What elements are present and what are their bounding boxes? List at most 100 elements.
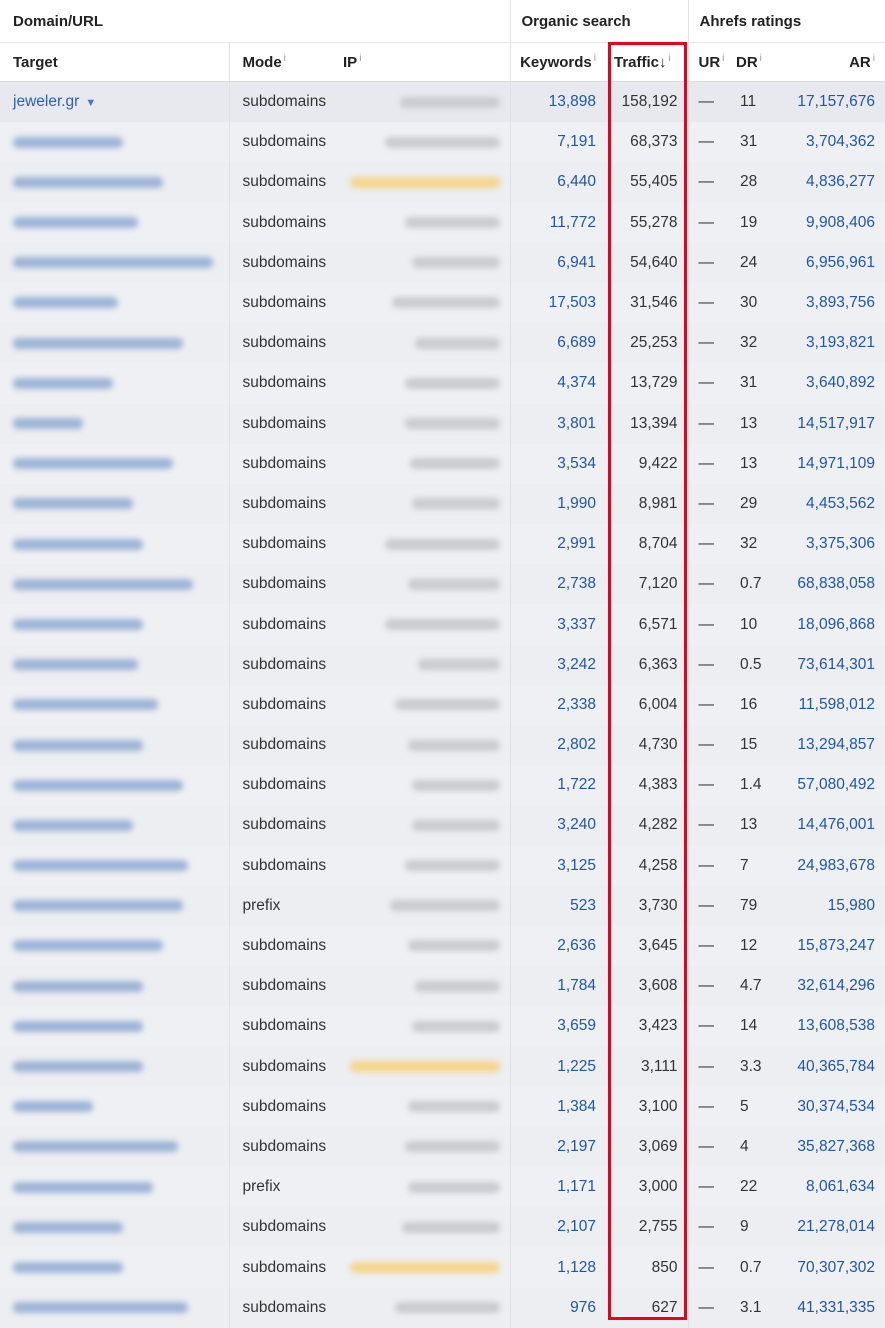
target-cell[interactable] (0, 1207, 229, 1247)
target-cell[interactable] (0, 524, 229, 564)
ar-cell[interactable]: 35,827,368 (770, 1127, 885, 1167)
keywords-cell[interactable]: 13,898 (509, 81, 606, 123)
ar-cell[interactable]: 4,836,277 (770, 162, 885, 202)
keywords-cell[interactable]: 1,722 (509, 765, 606, 806)
target-cell[interactable] (0, 564, 229, 604)
ar-cell[interactable]: 32,614,296 (770, 966, 885, 1006)
target-cell[interactable] (0, 1127, 229, 1167)
ar-cell[interactable]: 4,453,562 (770, 484, 885, 524)
target-cell[interactable] (0, 685, 229, 725)
keywords-cell[interactable]: 2,991 (509, 524, 606, 565)
target-cell[interactable] (0, 243, 229, 283)
keywords-cell[interactable]: 2,197 (509, 1126, 606, 1168)
info-icon[interactable]: i (669, 53, 671, 64)
info-icon[interactable]: i (722, 53, 724, 64)
ar-cell[interactable]: 9,908,406 (770, 203, 885, 243)
ar-cell[interactable]: 8,061,634 (770, 1167, 885, 1207)
keywords-cell[interactable]: 2,338 (509, 684, 606, 725)
keywords-cell[interactable]: 6,941 (509, 242, 606, 283)
target-cell[interactable] (0, 444, 229, 484)
target-cell[interactable] (0, 645, 229, 685)
target-cell[interactable] (0, 846, 229, 886)
info-icon[interactable]: i (359, 53, 361, 64)
target-cell[interactable] (0, 805, 229, 845)
target-cell[interactable] (0, 122, 229, 162)
header-dr[interactable]: DR i (726, 42, 770, 82)
keywords-cell[interactable]: 976 (509, 1287, 606, 1328)
target-cell[interactable] (0, 1288, 229, 1328)
info-icon[interactable]: i (284, 53, 286, 64)
ar-cell[interactable]: 57,080,492 (770, 765, 885, 805)
keywords-cell[interactable]: 3,125 (509, 845, 606, 886)
keywords-cell[interactable]: 3,659 (509, 1006, 606, 1047)
ar-cell[interactable]: 14,517,917 (770, 404, 885, 444)
ar-cell[interactable]: 11,598,012 (770, 685, 885, 725)
target-cell[interactable]: jeweler.gr ▼ (0, 82, 229, 123)
keywords-cell[interactable]: 7,191 (509, 122, 606, 163)
keywords-cell[interactable]: 3,534 (509, 443, 606, 484)
keywords-cell[interactable]: 17,503 (509, 282, 606, 324)
header-keywords[interactable]: Keywords i (509, 42, 606, 82)
keywords-cell[interactable]: 1,171 (509, 1167, 606, 1208)
target-cell[interactable] (0, 1247, 229, 1287)
ar-cell[interactable]: 15,980 (770, 886, 885, 926)
ar-cell[interactable]: 18,096,868 (770, 604, 885, 644)
target-cell[interactable] (0, 203, 229, 243)
ar-cell[interactable]: 13,608,538 (770, 1006, 885, 1046)
target-cell[interactable] (0, 1167, 229, 1207)
target-cell[interactable] (0, 765, 229, 805)
keywords-cell[interactable]: 3,240 (509, 805, 606, 846)
ar-cell[interactable]: 30,374,534 (770, 1087, 885, 1127)
ar-cell[interactable]: 17,157,676 (770, 82, 885, 123)
target-cell[interactable] (0, 1047, 229, 1087)
ar-cell[interactable]: 68,838,058 (770, 564, 885, 604)
keywords-cell[interactable]: 523 (509, 885, 606, 926)
target-cell[interactable] (0, 162, 229, 202)
header-ar[interactable]: AR i (770, 42, 885, 82)
header-target[interactable]: Target (0, 42, 229, 82)
ar-cell[interactable]: 40,365,784 (770, 1047, 885, 1087)
keywords-cell[interactable]: 1,784 (509, 966, 606, 1007)
target-cell[interactable] (0, 404, 229, 444)
ar-cell[interactable]: 14,971,109 (770, 444, 885, 484)
ar-cell[interactable]: 21,278,014 (770, 1207, 885, 1247)
keywords-cell[interactable]: 1,990 (509, 483, 606, 525)
keywords-cell[interactable]: 4,374 (509, 363, 606, 404)
target-cell[interactable] (0, 323, 229, 363)
ar-cell[interactable]: 24,983,678 (770, 846, 885, 886)
ar-cell[interactable]: 15,873,247 (770, 926, 885, 966)
ar-cell[interactable]: 13,294,857 (770, 725, 885, 765)
ar-cell[interactable]: 14,476,001 (770, 805, 885, 845)
ar-cell[interactable]: 3,375,306 (770, 524, 885, 564)
target-cell[interactable] (0, 484, 229, 524)
target-cell[interactable] (0, 604, 229, 644)
target-cell[interactable] (0, 363, 229, 403)
ar-cell[interactable]: 70,307,302 (770, 1247, 885, 1287)
header-ur[interactable]: UR i (687, 42, 726, 82)
header-mode[interactable]: Mode i (228, 42, 333, 82)
info-icon[interactable]: i (873, 53, 875, 64)
target-cell[interactable] (0, 283, 229, 323)
target-cell[interactable] (0, 926, 229, 966)
keywords-cell[interactable]: 3,801 (509, 403, 606, 444)
keywords-cell[interactable]: 6,689 (509, 323, 606, 364)
target-cell[interactable] (0, 1087, 229, 1127)
info-icon[interactable]: i (760, 53, 762, 64)
ar-cell[interactable]: 3,193,821 (770, 323, 885, 363)
target-link[interactable]: jeweler.gr (13, 93, 79, 110)
ar-cell[interactable]: 3,893,756 (770, 283, 885, 323)
keywords-cell[interactable]: 1,384 (509, 1086, 606, 1127)
header-traffic-sorted[interactable]: Traffic↓ i (606, 42, 688, 82)
keywords-cell[interactable]: 3,242 (509, 644, 606, 685)
keywords-cell[interactable]: 1,225 (509, 1046, 606, 1087)
keywords-cell[interactable]: 2,107 (509, 1207, 606, 1248)
keywords-cell[interactable]: 6,440 (509, 162, 606, 203)
keywords-cell[interactable]: 2,738 (509, 564, 606, 605)
ar-cell[interactable]: 3,704,362 (770, 122, 885, 162)
header-ip[interactable]: IP i (333, 42, 510, 82)
keywords-cell[interactable]: 1,128 (509, 1247, 606, 1288)
ar-cell[interactable]: 73,614,301 (770, 645, 885, 685)
target-cell[interactable] (0, 1006, 229, 1046)
info-icon[interactable]: i (594, 53, 596, 64)
ar-cell[interactable]: 3,640,892 (770, 363, 885, 403)
